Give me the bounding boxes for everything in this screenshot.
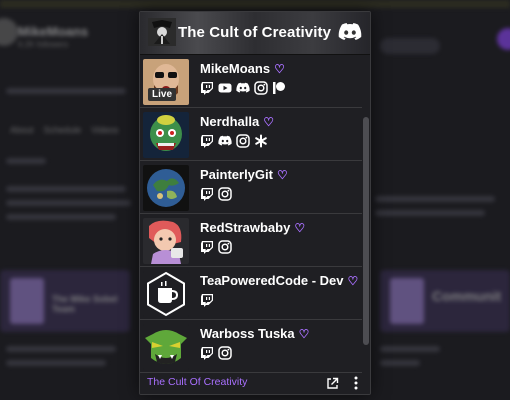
instagram-icon[interactable] xyxy=(218,240,232,254)
avatar[interactable] xyxy=(143,218,189,264)
more-options-icon[interactable] xyxy=(350,375,362,391)
background-tabs: About Schedule Videos xyxy=(10,125,118,135)
heart-icon: ♡ xyxy=(294,221,306,235)
avatar[interactable] xyxy=(143,324,189,370)
instagram-icon[interactable] xyxy=(218,187,232,201)
member-name-text[interactable]: RedStrawbaby xyxy=(200,220,290,235)
member-row[interactable]: RedStrawbaby ♡ xyxy=(140,214,362,267)
member-row[interactable]: Live MikeMoans ♡ xyxy=(140,55,362,108)
member-row[interactable]: Warboss Tuska ♡ xyxy=(140,320,362,373)
background-card-icon xyxy=(10,278,44,324)
twitch-icon[interactable] xyxy=(200,81,214,95)
heart-icon: ♡ xyxy=(276,168,288,182)
member-name[interactable]: PainterlyGit ♡ xyxy=(200,167,288,182)
member-row[interactable]: Nerdhalla ♡ xyxy=(140,108,362,161)
member-name-text[interactable]: Warboss Tuska xyxy=(200,326,295,341)
avatar[interactable] xyxy=(143,271,189,317)
avatar[interactable] xyxy=(143,112,189,158)
background-card-text: The Mike Sobel Team xyxy=(52,294,118,314)
background-text-line xyxy=(6,200,131,206)
widget-header: The Cult of Creativity xyxy=(140,12,370,55)
member-name-text[interactable]: PainterlyGit xyxy=(200,167,273,182)
background-text-line xyxy=(6,346,116,352)
background-card-text: Communit xyxy=(432,288,502,304)
background-tab: Videos xyxy=(91,125,119,135)
scrollbar-thumb[interactable] xyxy=(363,117,369,345)
instagram-icon[interactable] xyxy=(218,346,232,360)
heart-icon: ♡ xyxy=(347,274,359,288)
member-row[interactable]: TeaPoweredCode - Dev ♡ xyxy=(140,267,362,320)
background-text-line xyxy=(6,88,126,94)
external-link-icon[interactable] xyxy=(326,377,339,390)
patreon-icon[interactable] xyxy=(272,81,286,95)
instagram-icon[interactable] xyxy=(236,134,250,148)
discord-icon[interactable] xyxy=(218,134,232,148)
member-row[interactable]: PainterlyGit ♡ xyxy=(140,161,362,214)
social-links xyxy=(200,81,286,95)
social-links xyxy=(200,187,232,201)
background-text-line xyxy=(380,346,440,352)
member-name[interactable]: Warboss Tuska ♡ xyxy=(200,326,309,341)
discord-icon[interactable] xyxy=(338,22,362,42)
background-tab: Schedule xyxy=(43,125,82,135)
youtube-icon[interactable] xyxy=(218,81,232,95)
background-avatar xyxy=(0,18,18,46)
background-text-line xyxy=(380,360,420,366)
background-text-line xyxy=(375,210,485,216)
social-links xyxy=(200,293,214,307)
footer-team-link[interactable]: The Cult Of Creativity xyxy=(147,376,247,388)
social-links xyxy=(200,346,232,360)
twitch-icon[interactable] xyxy=(200,240,214,254)
member-name-text[interactable]: MikeMoans xyxy=(200,61,270,76)
background-topbar xyxy=(0,0,510,8)
avatar[interactable] xyxy=(143,165,189,211)
twitch-icon[interactable] xyxy=(200,134,214,148)
scrollbar[interactable] xyxy=(362,55,370,381)
background-channel-name: MikeMoans xyxy=(18,24,89,39)
team-logo-icon[interactable] xyxy=(148,18,176,46)
widget-title: The Cult of Creativity xyxy=(178,24,332,41)
background-text-line xyxy=(375,196,495,202)
member-name[interactable]: Nerdhalla ♡ xyxy=(200,114,274,129)
background-text-line xyxy=(6,158,46,164)
background-card-icon xyxy=(390,278,424,324)
member-name[interactable]: MikeMoans ♡ xyxy=(200,61,285,76)
background-panel-card: The Mike Sobel Team xyxy=(0,270,130,332)
background-text-line xyxy=(6,214,116,220)
widget-footer: The Cult Of Creativity xyxy=(140,376,370,394)
discord-icon[interactable] xyxy=(236,81,250,95)
background-text-line xyxy=(6,186,126,192)
member-name-text[interactable]: Nerdhalla xyxy=(200,114,259,129)
background-follow-button xyxy=(380,38,440,54)
background-text-line xyxy=(6,360,106,366)
social-links xyxy=(200,134,268,148)
team-widget-panel: The Cult of Creativity Live MikeMoans ♡ xyxy=(139,11,371,395)
heart-icon: ♡ xyxy=(263,115,275,129)
member-name-text[interactable]: TeaPoweredCode - Dev xyxy=(200,273,344,288)
asterisk-icon[interactable] xyxy=(254,134,268,148)
background-tab: About xyxy=(10,125,34,135)
heart-icon: ♡ xyxy=(274,62,285,76)
member-name[interactable]: RedStrawbaby ♡ xyxy=(200,220,305,235)
background-panel-card: Communit xyxy=(380,270,510,332)
member-name[interactable]: TeaPoweredCode - Dev ♡ xyxy=(200,273,358,288)
live-badge: Live xyxy=(148,88,177,101)
social-links xyxy=(200,240,232,254)
heart-icon: ♡ xyxy=(298,327,310,341)
twitch-icon[interactable] xyxy=(200,346,214,360)
twitch-icon[interactable] xyxy=(200,293,214,307)
member-list[interactable]: Live MikeMoans ♡ Nerdhalla ♡ PainterlyGi… xyxy=(140,55,362,381)
twitch-icon[interactable] xyxy=(200,187,214,201)
instagram-icon[interactable] xyxy=(254,81,268,95)
background-avatar-circle xyxy=(497,28,510,50)
background-channel-sub: 6.2K followers xyxy=(18,40,69,49)
